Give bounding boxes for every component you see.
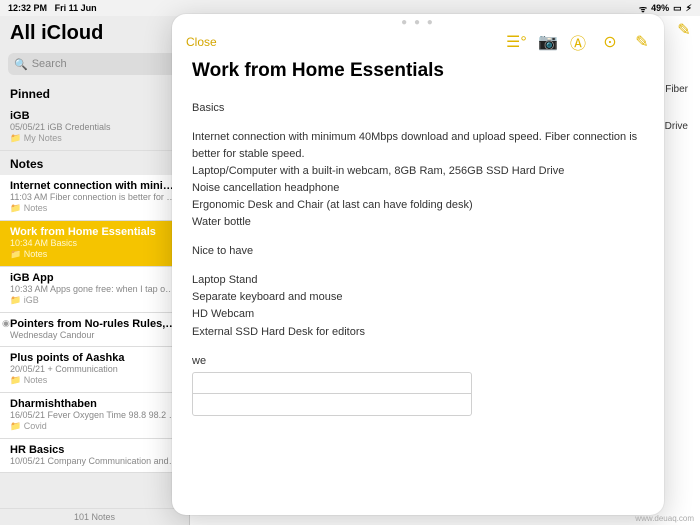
note-folder: 📁 iGB <box>10 295 179 306</box>
sidebar-footer: 101 Notes <box>0 508 189 525</box>
note-meta: 10/05/21 Company Communication and Value… <box>10 456 179 466</box>
note-folder: 📁 Notes <box>10 375 179 386</box>
list-bullet-icon[interactable]: ☰° <box>506 32 522 52</box>
note-folder: 📁 Covid <box>10 421 179 432</box>
list-item[interactable]: ◉ Pointers from No-rules Rules, Powe… We… <box>0 313 189 347</box>
notes-sidebar: All iCloud 🔍 Search Pinned iGB 05/05/21 … <box>0 16 190 525</box>
markup-icon[interactable]: Ⓐ <box>570 30 586 54</box>
status-date: Fri 11 Jun <box>55 3 97 13</box>
compose-icon[interactable]: ✎ <box>634 32 650 52</box>
note-meta: 10:34 AM Basics <box>10 238 179 248</box>
note-title: Pointers from No-rules Rules, Powe… <box>10 318 179 330</box>
note-title: HR Basics <box>10 444 179 456</box>
modal-body[interactable]: Basics Internet connection with minimum … <box>172 90 664 515</box>
sidebar-title: All iCloud <box>10 22 179 45</box>
notes-header: Notes <box>0 151 189 175</box>
modal-toolbar: ☰° 📷 Ⓐ ⊙ ✎ <box>506 30 650 54</box>
note-title: iGB <box>10 110 179 122</box>
note-meta: 10:33 AM Apps gone free: when I tap on… <box>10 284 179 294</box>
list-item[interactable]: Internet connection with minimum 4… 11:0… <box>0 175 189 221</box>
note-folder: 📁 My Notes <box>10 133 179 144</box>
note-title: Work from Home Essentials <box>10 226 179 238</box>
section-heading: Nice to have <box>192 243 644 260</box>
note-folder: 📁 Notes <box>10 203 179 214</box>
note-meta: Wednesday Candour <box>10 330 179 340</box>
watermark: www.deuaq.com <box>635 514 694 523</box>
note-title: iGB App <box>10 272 179 284</box>
more-icon[interactable]: ⊙ <box>602 32 618 52</box>
body-line: Laptop/Computer with a built-in webcam, … <box>192 163 644 180</box>
body-line: Internet connection with minimum 40Mbps … <box>192 129 644 163</box>
list-item[interactable]: Dharmishthaben 16/05/21 Fever Oxygen Tim… <box>0 393 189 439</box>
note-meta: 20/05/21 + Communication <box>10 364 179 374</box>
note-modal: ● ● ● Close ☰° 📷 Ⓐ ⊙ ✎ Work from Home Es… <box>172 14 664 515</box>
modal-title: Work from Home Essentials <box>172 60 664 90</box>
list-item[interactable]: iGB 05/05/21 iGB Credentials 📁 My Notes <box>0 105 189 151</box>
battery-icon: ▭ <box>673 3 682 14</box>
battery-pct: 49% <box>651 3 669 13</box>
body-line: we <box>192 353 644 370</box>
section-heading: Basics <box>192 100 644 117</box>
list-item[interactable]: Plus points of Aashka 20/05/21 + Communi… <box>0 347 189 393</box>
body-line: HD Webcam <box>192 306 644 323</box>
list-item-selected[interactable]: Work from Home Essentials 10:34 AM Basic… <box>0 221 189 267</box>
wifi-icon: ᯤ <box>639 2 647 15</box>
note-title: Internet connection with minimum 4… <box>10 180 179 192</box>
note-table[interactable] <box>192 372 472 416</box>
list-item[interactable]: iGB App 10:33 AM Apps gone free: when I … <box>0 267 189 313</box>
shared-icon: ◉ <box>2 318 10 329</box>
camera-icon[interactable]: 📷 <box>538 32 554 52</box>
note-folder: 📁 Notes <box>10 249 179 260</box>
search-input[interactable]: 🔍 Search <box>8 53 181 75</box>
search-icon: 🔍 <box>14 58 28 71</box>
body-line: Separate keyboard and mouse <box>192 289 644 306</box>
body-line: Laptop Stand <box>192 272 644 289</box>
status-time: 12:32 PM <box>8 3 47 13</box>
table-row[interactable] <box>193 373 471 394</box>
pinned-header: Pinned <box>0 81 189 105</box>
body-line: Ergonomic Desk and Chair (at last can ha… <box>192 197 644 214</box>
table-row[interactable] <box>193 394 471 415</box>
note-meta: 11:03 AM Fiber connection is better for … <box>10 192 179 202</box>
body-line: Noise cancellation headphone <box>192 180 644 197</box>
compose-icon[interactable]: ✎ <box>676 20 692 44</box>
note-meta: 16/05/21 Fever Oxygen Time 98.8 98.2 9… <box>10 410 179 420</box>
note-meta: 05/05/21 iGB Credentials <box>10 122 179 132</box>
list-item[interactable]: HR Basics 10/05/21 Company Communication… <box>0 439 189 473</box>
modal-grabber[interactable]: ● ● ● <box>172 14 664 30</box>
body-line: External SSD Hard Desk for editors <box>192 324 644 341</box>
note-title: Dharmishthaben <box>10 398 179 410</box>
close-button[interactable]: Close <box>186 35 217 49</box>
body-line: Water bottle <box>192 214 644 231</box>
note-title: Plus points of Aashka <box>10 352 179 364</box>
charging-icon: ⚡︎ <box>686 3 692 14</box>
search-placeholder: Search <box>32 58 67 70</box>
